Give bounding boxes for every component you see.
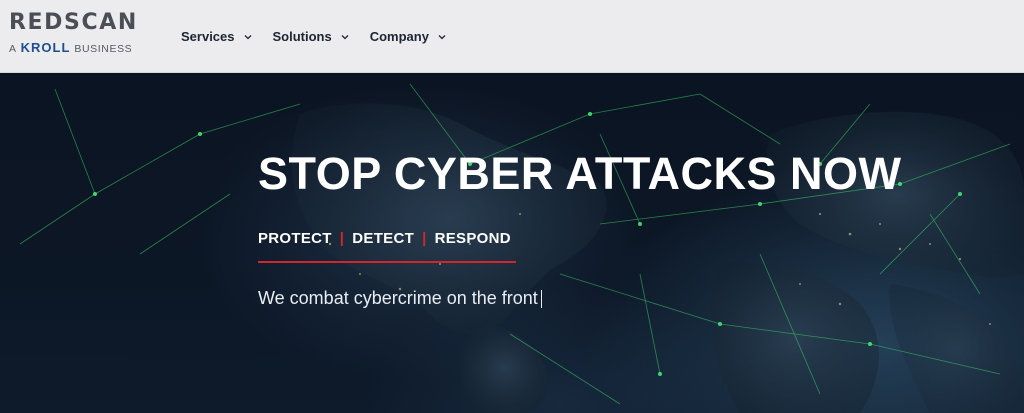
logo-tagline-prefix: A	[9, 43, 17, 55]
tag-separator: |	[339, 230, 345, 247]
hero-subtitle: We combat cybercrime on the front	[258, 288, 542, 309]
logo-tagline: A KROLL BUSINESS	[9, 40, 149, 55]
nav-item-label: Company	[369, 29, 429, 44]
nav-item-label: Services	[181, 29, 235, 44]
hero-divider	[258, 261, 516, 263]
logo-tagline-suffix: BUSINESS	[74, 43, 133, 55]
tag-respond: RESPOND	[434, 230, 511, 247]
tag-protect: PROTECT	[258, 230, 332, 247]
nav-item-services[interactable]: Services	[181, 22, 252, 52]
nav-item-solutions[interactable]: Solutions	[273, 22, 349, 52]
nav-item-label: Solutions	[272, 29, 332, 44]
site-header: REDSCAN A KROLL BUSINESS Services Soluti…	[0, 0, 1024, 73]
nav-item-company[interactable]: Company	[370, 22, 446, 52]
hero-taglines: PROTECT | DETECT | RESPOND	[258, 230, 511, 247]
chevron-down-icon	[341, 33, 349, 41]
world-map-network-image	[19, 83, 1024, 413]
tag-detect: DETECT	[352, 230, 415, 247]
typing-cursor	[540, 289, 542, 308]
hero-subtitle-text: We combat cybercrime on the front	[258, 288, 538, 308]
tag-separator: |	[422, 230, 427, 247]
chevron-down-icon	[438, 33, 446, 41]
logo-kroll-brand: KROLL	[20, 40, 71, 55]
logo-wordmark: REDSCAN	[9, 10, 138, 35]
main-nav: Services Solutions Company	[181, 0, 467, 73]
chevron-down-icon	[244, 33, 252, 41]
redscan-logo[interactable]: REDSCAN A KROLL BUSINESS	[9, 12, 149, 60]
hero-banner: STOP CYBER ATTACKS NOW PROTECT | DETECT …	[0, 74, 1024, 413]
hero-title: STOP CYBER ATTACKS NOW	[258, 148, 902, 199]
